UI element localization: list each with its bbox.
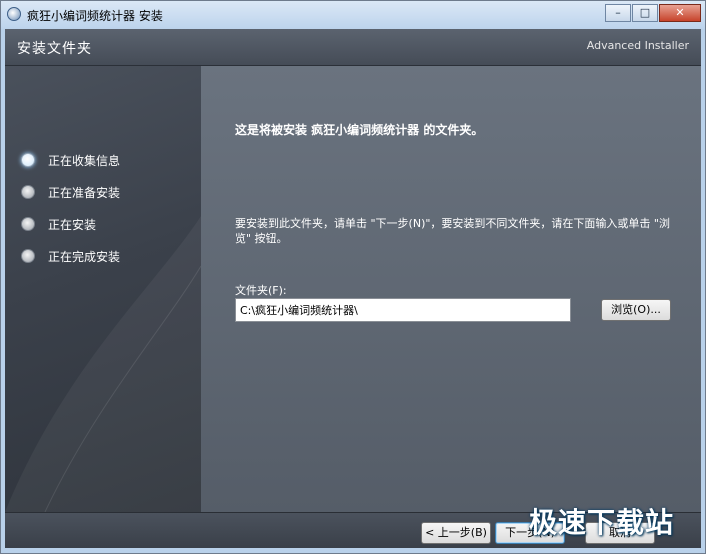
step-item: 正在完成安装: [21, 240, 120, 272]
step-label: 正在安装: [48, 217, 97, 232]
step-label: 正在收集信息: [48, 153, 121, 168]
close-icon: ✕: [675, 6, 685, 19]
minimize-icon: –: [615, 6, 621, 19]
window-title: 疯狂小编词频统计器 安装: [27, 9, 163, 23]
window-controls: – □ ✕: [604, 4, 701, 22]
step-list: 正在收集信息 正在准备安装 正在安装 正在完成安装: [21, 144, 120, 272]
browse-button[interactable]: 浏览(O)...: [601, 299, 671, 321]
site-watermark: 极速下载站: [529, 506, 675, 539]
step-item: 正在准备安装: [21, 176, 120, 208]
step-item: 正在收集信息: [21, 144, 120, 176]
step-indicator-icon: [21, 249, 35, 263]
title-bar[interactable]: 疯狂小编词频统计器 安装 – □ ✕: [1, 1, 705, 29]
close-button[interactable]: ✕: [659, 4, 701, 22]
installer-app-icon: [7, 7, 21, 21]
back-button[interactable]: < 上一步(B): [421, 522, 491, 544]
installer-client-area: 安装文件夹 Advanced Installer 正在收集信息 正在准备安装 正…: [5, 29, 701, 548]
folder-heading: 这是将被安装 疯狂小编词频统计器 的文件夹。: [235, 123, 484, 137]
folder-field-label: 文件夹(F):: [235, 284, 287, 297]
folder-panel: 这是将被安装 疯狂小编词频统计器 的文件夹。 要安装到此文件夹，请单击 "下一步…: [201, 66, 701, 512]
step-indicator-icon: [21, 217, 35, 231]
step-label: 正在准备安装: [48, 185, 121, 200]
maximize-button[interactable]: □: [632, 4, 658, 22]
folder-description: 要安装到此文件夹，请单击 "下一步(N)"，要安装到不同文件夹，请在下面输入或单…: [235, 217, 670, 245]
installer-window: 疯狂小编词频统计器 安装 – □ ✕ 安装文件夹 Advanced Instal…: [0, 0, 706, 554]
page-title: 安装文件夹: [17, 41, 92, 57]
step-indicator-icon: [21, 185, 35, 199]
steps-sidebar: 正在收集信息 正在准备安装 正在安装 正在完成安装: [5, 66, 201, 512]
step-label: 正在完成安装: [48, 249, 121, 264]
folder-path-input[interactable]: [235, 298, 571, 322]
brand-label: Advanced Installer: [586, 39, 689, 52]
step-item: 正在安装: [21, 208, 120, 240]
wizard-header: 安装文件夹 Advanced Installer: [5, 29, 701, 66]
step-active-indicator-icon: [21, 153, 35, 167]
maximize-icon: □: [639, 6, 651, 19]
minimize-button[interactable]: –: [605, 4, 631, 22]
sidebar-decoration: [5, 216, 201, 512]
